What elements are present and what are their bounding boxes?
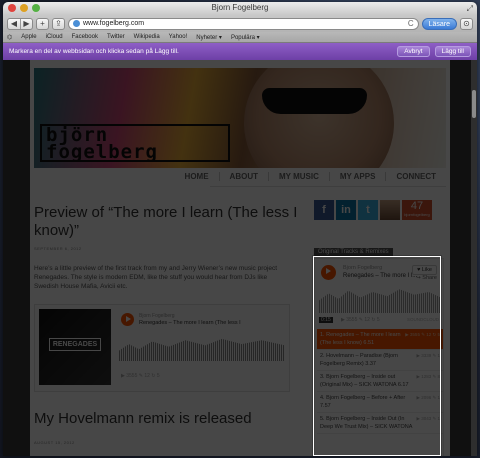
linkedin-icon[interactable]: in	[336, 200, 356, 220]
album-cover-text: RENEGADES	[48, 338, 102, 351]
browser-toolbar: ◀ ▶ + ⇪ www.fogelberg.com C Läsare ⊙	[3, 15, 477, 32]
avatar[interactable]	[380, 200, 400, 220]
main-nav: HOME ABOUT MY MUSIC MY APPS CONNECT	[175, 172, 446, 181]
bookmark-folder-populara[interactable]: Populära	[231, 34, 260, 41]
bookmark-item-icloud[interactable]: iCloud	[46, 34, 63, 40]
follower-count: 47	[410, 200, 424, 212]
sunglasses-shape	[262, 88, 367, 114]
post-body: Here’s a little preview of the first tra…	[34, 265, 278, 290]
embed-waveform[interactable]	[119, 338, 285, 361]
downloads-button[interactable]: ⊙	[460, 17, 473, 30]
bookmark-item-yahoo[interactable]: Yahoo!	[169, 34, 188, 40]
web-clip-bar: Markera en del av webbsidan och klicka s…	[3, 43, 477, 60]
post-date: SEPTEMBER 6, 2012	[34, 246, 82, 251]
address-bar[interactable]: www.fogelberg.com C	[68, 17, 419, 30]
bookmark-item-twitter[interactable]: Twitter	[107, 34, 125, 40]
forward-button[interactable]: ▶	[20, 18, 32, 29]
embed-track-title[interactable]: Renegades – The more I learn (The less I	[139, 320, 241, 326]
album-cover: RENEGADES	[39, 309, 111, 385]
url-text: www.fogelberg.com	[83, 20, 145, 27]
nav-divider	[210, 186, 446, 187]
post-title[interactable]: Preview of “The more I learn (The less I…	[34, 204, 304, 240]
post-title-2[interactable]: My Hovelmann remix is released	[34, 410, 314, 428]
soundcloud-embed: RENEGADES Bjorn Fogelberg Renegades – Th…	[34, 304, 290, 392]
embed-stats: ▶ 3555 ✎ 12 ↻ 5	[121, 373, 160, 379]
back-forward-buttons: ◀ ▶	[7, 17, 33, 30]
bookmarks-bar: ⌬ Apple iCloud Facebook Twitter Wikipedi…	[3, 32, 477, 43]
twitter-icon[interactable]: t	[358, 200, 378, 220]
bookmark-item-wikipedia[interactable]: Wikipedia	[134, 34, 160, 40]
title-bar[interactable]: Bjorn Fogelberg ⤢	[3, 2, 477, 15]
nav-my-apps[interactable]: MY APPS	[328, 172, 386, 181]
bookmark-item-facebook[interactable]: Facebook	[72, 34, 98, 40]
nav-about[interactable]: ABOUT	[218, 172, 268, 181]
facebook-icon[interactable]: f	[314, 200, 334, 220]
page-viewport: björn fogelberg HOME ABOUT MY MUSIC MY A…	[3, 60, 477, 456]
nav-connect[interactable]: CONNECT	[385, 172, 446, 181]
reader-button[interactable]: Läsare	[421, 17, 457, 30]
site-logo[interactable]: björn fogelberg	[40, 124, 230, 162]
social-links: f in t 47 bjornfogelberg	[314, 200, 432, 220]
share-button[interactable]: ⇪	[52, 17, 65, 30]
site-header-banner: björn fogelberg	[34, 68, 446, 168]
nav-my-music[interactable]: MY MUSIC	[268, 172, 329, 181]
web-clip-message: Markera en del av webbsidan och klicka s…	[9, 48, 179, 55]
reading-list-icon[interactable]: ⌬	[7, 34, 12, 41]
bookmark-item-apple[interactable]: Apple	[21, 34, 36, 40]
selection-outline[interactable]	[313, 256, 441, 456]
cancel-button[interactable]: Avbryt	[397, 46, 430, 57]
browser-window: Bjorn Fogelberg ⤢ ◀ ▶ + ⇪ www.fogelberg.…	[3, 2, 477, 456]
play-icon[interactable]	[121, 313, 134, 326]
bookmark-folder-nyheter[interactable]: Nyheter	[196, 34, 222, 41]
follower-count-badge[interactable]: 47 bjornfogelberg	[402, 200, 432, 220]
new-tab-button[interactable]: +	[36, 17, 49, 30]
sidebar-heading: Original Tracks & Remixes	[314, 248, 393, 256]
add-button[interactable]: Lägg till	[434, 46, 471, 57]
window-title: Bjorn Fogelberg	[211, 3, 269, 12]
page-scrollbar[interactable]	[471, 60, 477, 456]
scroll-thumb[interactable]	[472, 90, 476, 118]
reload-icon[interactable]: C	[408, 19, 414, 28]
post-date-2: AUGUST 15, 2012	[34, 440, 75, 445]
fullscreen-icon[interactable]: ⤢	[467, 4, 473, 14]
header-photo	[244, 68, 394, 168]
nav-home[interactable]: HOME	[175, 172, 219, 181]
globe-icon	[73, 20, 80, 27]
follower-caption: bjornfogelberg	[404, 212, 430, 217]
embed-artist[interactable]: Bjorn Fogelberg	[139, 313, 175, 319]
back-button[interactable]: ◀	[8, 19, 20, 29]
